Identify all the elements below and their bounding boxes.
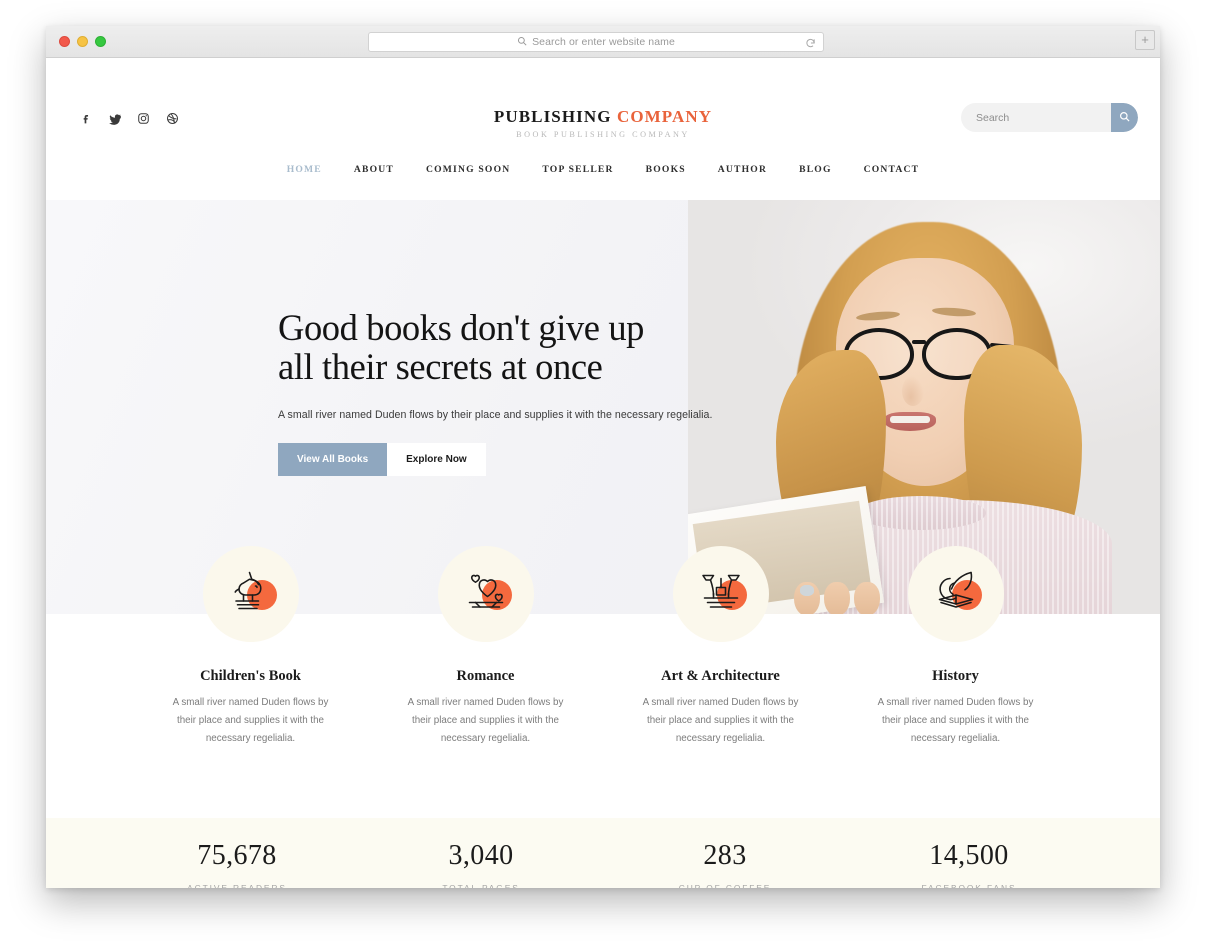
- nav-item-contact[interactable]: CONTACT: [848, 164, 936, 175]
- brand-word-2: COMPANY: [616, 107, 713, 126]
- stat-label: CUP OF COFFEE: [678, 883, 772, 888]
- categories-row: Children's Book A small river named Dude…: [46, 546, 1160, 748]
- hero-title-line-1: Good books don't give up: [278, 307, 645, 348]
- nav-item-top-seller[interactable]: TOP SELLER: [526, 164, 629, 175]
- stats-section: 75,678 ACTIVE READERS 3,040 TOTAL PAGES …: [46, 818, 1160, 888]
- category-card-art-architecture[interactable]: Art & Architecture A small river named D…: [638, 546, 804, 748]
- main-navigation: HOME ABOUT COMING SOON TOP SELLER BOOKS …: [46, 164, 1160, 200]
- nav-item-coming-soon[interactable]: COMING SOON: [410, 164, 526, 175]
- brand-word-1: PUBLISHING: [493, 107, 612, 126]
- category-card-romance[interactable]: Romance A small river named Duden flows …: [403, 546, 569, 748]
- unicorn-book-icon: [227, 568, 275, 621]
- category-icon-wrap: [672, 546, 769, 642]
- search-input[interactable]: [961, 111, 1111, 124]
- site-header: PUBLISHING COMPANY BOOK PUBLISHING COMPA…: [46, 58, 1160, 164]
- nav-item-home[interactable]: HOME: [271, 164, 338, 175]
- sweater-collar: [856, 496, 986, 530]
- glasses-bridge: [912, 340, 926, 344]
- category-name: History: [932, 668, 979, 684]
- stats-row: 75,678 ACTIVE READERS 3,040 TOTAL PAGES …: [46, 840, 1160, 888]
- category-icon-wrap: [437, 546, 534, 642]
- stat-value: 14,500: [929, 840, 1009, 871]
- hero-content: Good books don't give up all their secre…: [278, 308, 748, 476]
- address-bar-content: Search or enter website name: [517, 36, 675, 49]
- stat-label: ACTIVE READERS: [187, 883, 287, 888]
- browser-chrome: Search or enter website name +: [46, 26, 1160, 58]
- explore-now-button[interactable]: Explore Now: [387, 442, 486, 476]
- traffic-lights: [59, 36, 106, 47]
- category-icon-wrap: [907, 546, 1004, 642]
- category-name: Art & Architecture: [661, 668, 780, 684]
- category-description: A small river named Duden flows by their…: [642, 697, 799, 745]
- nav-item-about[interactable]: ABOUT: [338, 164, 410, 175]
- browser-window: Search or enter website name + PUBLISHIN…: [46, 26, 1160, 888]
- reload-icon[interactable]: [805, 36, 816, 54]
- category-icon-wrap: [202, 546, 299, 642]
- address-bar-placeholder: Search or enter website name: [532, 36, 675, 48]
- architecture-book-icon: [697, 568, 745, 621]
- new-tab-button[interactable]: +: [1135, 30, 1155, 50]
- stat-value: 75,678: [197, 840, 277, 871]
- stat-label: TOTAL PAGES: [442, 883, 520, 888]
- category-description: A small river named Duden flows by their…: [877, 697, 1034, 745]
- hero-actions: View All Books Explore Now: [278, 442, 748, 476]
- category-name: Romance: [456, 668, 515, 684]
- minimize-window-button[interactable]: [77, 36, 88, 47]
- stat-cup-of-coffee: 283 CUP OF COFFEE: [642, 840, 808, 888]
- category-description: A small river named Duden flows by their…: [407, 697, 564, 745]
- nav-item-author[interactable]: AUTHOR: [702, 164, 783, 175]
- view-all-books-button[interactable]: View All Books: [278, 442, 388, 476]
- close-window-button[interactable]: [59, 36, 70, 47]
- quill-book-icon: [932, 568, 980, 621]
- hero-subtitle: A small river named Duden flows by their…: [278, 408, 713, 421]
- category-card-history[interactable]: History A small river named Duden flows …: [873, 546, 1039, 748]
- categories-section: Children's Book A small river named Dude…: [46, 546, 1160, 818]
- address-bar[interactable]: Search or enter website name: [368, 32, 824, 52]
- stat-value: 3,040: [448, 840, 514, 871]
- nav-item-books[interactable]: BOOKS: [630, 164, 702, 175]
- search-icon: [1119, 110, 1130, 125]
- category-name: Children's Book: [200, 668, 301, 684]
- hero-title-line-2: all their secrets at once: [278, 346, 603, 388]
- category-description: A small river named Duden flows by their…: [172, 697, 329, 745]
- site-search: [961, 103, 1138, 132]
- heart-book-icon: [462, 568, 510, 621]
- stat-facebook-fans: 14,500 FACEBOOK FANS: [886, 840, 1052, 888]
- nose-shape: [902, 376, 924, 406]
- stat-label: FACEBOOK FANS: [921, 883, 1017, 888]
- teeth-shape: [890, 416, 930, 423]
- search-icon: [517, 36, 527, 49]
- maximize-window-button[interactable]: [95, 36, 106, 47]
- stat-value: 283: [703, 840, 747, 871]
- category-card-childrens-book[interactable]: Children's Book A small river named Dude…: [168, 546, 334, 748]
- hero-title: Good books don't give up all their secre…: [278, 308, 748, 387]
- stat-active-readers: 75,678 ACTIVE READERS: [154, 840, 320, 888]
- stat-total-pages: 3,040 TOTAL PAGES: [398, 840, 564, 888]
- nav-item-blog[interactable]: BLOG: [783, 164, 848, 175]
